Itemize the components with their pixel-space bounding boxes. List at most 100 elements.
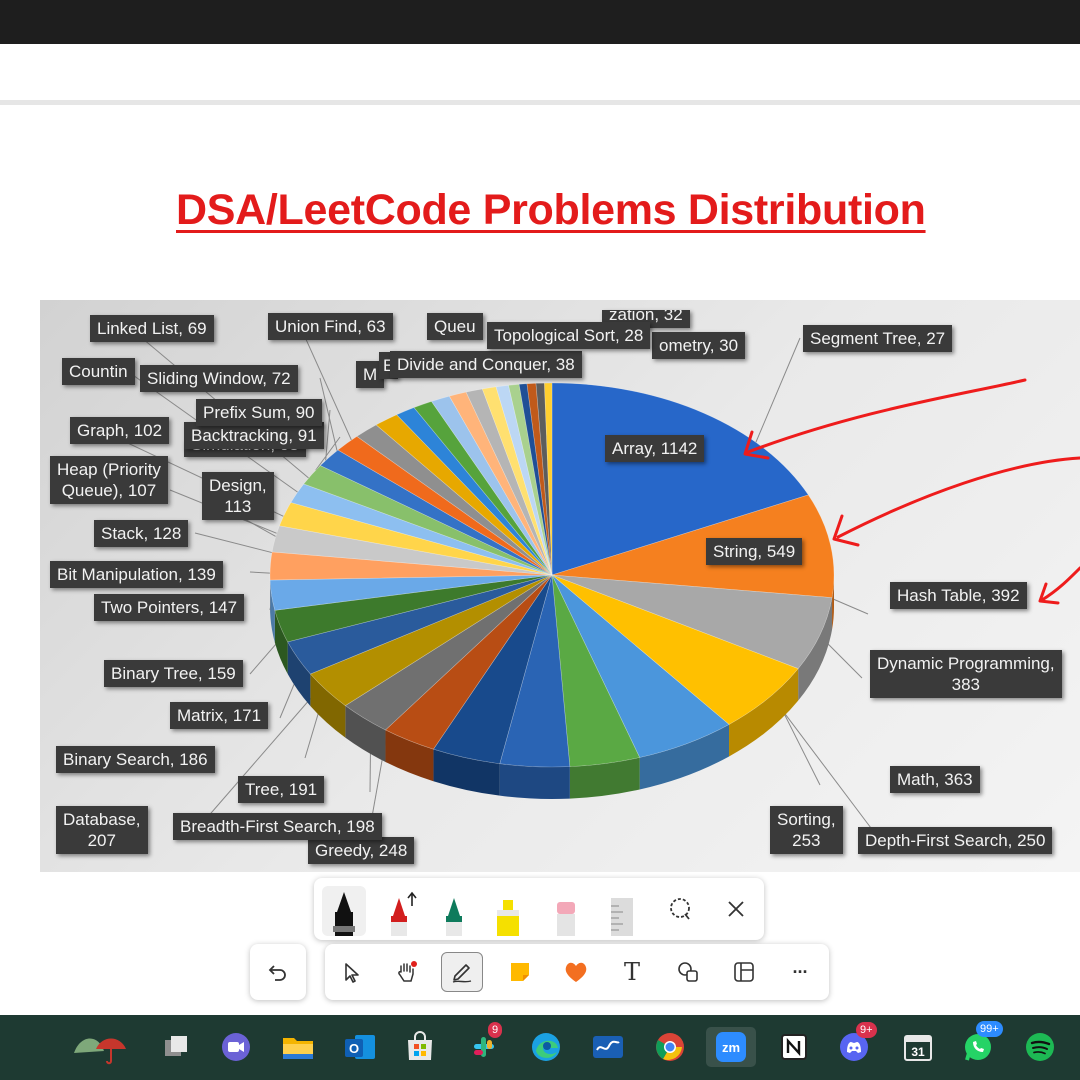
notion-icon — [781, 1034, 807, 1060]
label-topological-sort: Topological Sort, 28 — [487, 322, 651, 349]
taskbar-outlook[interactable]: O — [340, 1027, 380, 1067]
spotify-icon — [1026, 1033, 1054, 1061]
label-two-pointers: Two Pointers, 147 — [94, 594, 245, 621]
taskbar-discord[interactable]: 9+ — [834, 1022, 877, 1067]
label-linked-list: Linked List, 69 — [90, 315, 214, 342]
leader-line-18 — [831, 598, 869, 615]
sticky-note-tool[interactable] — [499, 952, 541, 992]
eraser-tool[interactable] — [544, 886, 588, 936]
select-tool[interactable] — [331, 952, 373, 992]
taskbar-task-view[interactable] — [156, 1027, 196, 1067]
calendar-icon-text: 31 — [911, 1045, 925, 1059]
taskbar-edge[interactable] — [526, 1027, 566, 1067]
black-pen-tool[interactable] — [322, 886, 366, 936]
leader-line-10 — [249, 571, 271, 574]
slack-notification-badge: 9 — [488, 1022, 503, 1038]
label-tree: Tree, 191 — [238, 776, 325, 803]
label-sorting-line2: 253 — [792, 831, 821, 850]
zoom-icon-text: zm — [722, 1040, 740, 1055]
highlighter-icon — [497, 900, 519, 936]
green-pen-tool[interactable] — [432, 886, 476, 936]
taskbar-spotify[interactable] — [1020, 1027, 1060, 1067]
cursor-arrow-icon — [345, 963, 359, 983]
label-database: Database, 207 — [56, 806, 148, 854]
label-divide-and-conquer: Divide and Conquer, 38 — [390, 351, 582, 378]
close-pen-toolbar-button[interactable] — [716, 889, 756, 929]
label-string: String, 549 — [706, 538, 803, 565]
taskbar-notion[interactable] — [774, 1027, 814, 1067]
label-depth-first-search: Depth-First Search, 250 — [858, 827, 1053, 854]
label-sliding-window: Sliding Window, 72 — [140, 365, 298, 392]
zoom-icon: zm — [716, 1032, 746, 1062]
shapes-tool[interactable] — [667, 952, 709, 992]
label-union-find: Union Find, 63 — [268, 313, 393, 340]
label-database-line1: Database, — [63, 810, 141, 829]
label-sorting: Sorting, 253 — [770, 806, 843, 854]
taskbar-microsoft-store[interactable] — [400, 1027, 440, 1067]
task-view-icon — [165, 1036, 187, 1056]
close-icon — [728, 901, 744, 917]
more-options-button[interactable]: ··· — [779, 952, 821, 992]
yellow-highlighter-tool[interactable] — [486, 886, 530, 936]
heart-icon — [565, 962, 587, 982]
taskbar-calendar[interactable]: 31 — [898, 1027, 938, 1067]
label-breadth-first-search: Breadth-First Search, 198 — [173, 813, 382, 840]
label-design-line1: Design, — [209, 476, 267, 495]
shapes-icon — [678, 962, 698, 982]
svg-text:O: O — [349, 1041, 359, 1056]
pan-hand-tool[interactable] — [385, 952, 427, 992]
slide-title: DSA/LeetCode Problems Distribution — [176, 186, 926, 234]
edge-icon — [532, 1033, 560, 1061]
taskbar-chrome[interactable] — [650, 1027, 690, 1067]
taskbar-teams[interactable] — [216, 1027, 256, 1067]
text-tool[interactable]: T — [611, 952, 653, 992]
label-dp-line1: Dynamic Programming, — [877, 654, 1055, 673]
folder-icon — [283, 1038, 313, 1059]
leader-line-22 — [755, 337, 801, 443]
whiteboard-icon — [593, 1036, 623, 1058]
pen-tool[interactable] — [441, 952, 483, 992]
pie-top — [269, 382, 835, 768]
label-dp-line2: 383 — [951, 675, 980, 694]
template-icon — [734, 962, 754, 982]
label-queue: Queu — [427, 313, 483, 340]
label-prefix-sum: Prefix Sum, 90 — [196, 399, 322, 426]
ruler-icon — [611, 898, 633, 936]
weather-umbrella-icon — [74, 1038, 126, 1065]
taskbar-file-explorer[interactable] — [278, 1027, 318, 1067]
label-backtracking: Backtracking, 91 — [184, 422, 324, 449]
red-pen-icon — [391, 891, 417, 936]
outlook-icon: O — [345, 1035, 375, 1059]
label-stack: Stack, 128 — [94, 520, 189, 547]
taskbar-whiteboard[interactable] — [588, 1027, 628, 1067]
green-pen-icon — [446, 898, 462, 936]
calendar-icon: 31 — [904, 1035, 932, 1061]
pie-side-6 — [499, 763, 570, 799]
discord-notification-badge: 9+ — [856, 1022, 877, 1038]
label-design: Design, 113 — [202, 472, 274, 520]
taskbar-whatsapp[interactable]: 99+ — [958, 1021, 1003, 1067]
label-design-line2: 113 — [224, 497, 252, 516]
label-binary-tree: Binary Tree, 159 — [104, 660, 243, 687]
reaction-tool[interactable] — [555, 952, 597, 992]
label-graph: Graph, 102 — [70, 417, 170, 444]
label-segment-tree: Segment Tree, 27 — [803, 325, 953, 352]
label-binary-search: Binary Search, 186 — [56, 746, 215, 773]
lasso-select-tool[interactable] — [660, 889, 700, 929]
pen-icon — [452, 964, 472, 983]
window-top-bar — [0, 0, 1080, 44]
label-heap: Heap (Priority Queue), 107 — [50, 456, 168, 504]
template-tool[interactable] — [723, 952, 765, 992]
pie-chart-image[interactable]: Array, 1142 String, 549 Hash Table, 392 … — [40, 300, 1080, 872]
eraser-icon — [557, 902, 575, 936]
ruler-tool[interactable] — [600, 886, 644, 936]
hand-icon — [398, 961, 417, 982]
label-matrix: Matrix, 171 — [170, 702, 269, 729]
undo-button[interactable] — [250, 944, 306, 1000]
label-heap-line1: Heap (Priority — [57, 460, 161, 479]
leader-line-9 — [194, 532, 273, 554]
taskbar-weather[interactable] — [66, 1027, 136, 1067]
red-pen-tool[interactable] — [380, 886, 424, 936]
taskbar-slack[interactable]: 9 — [464, 1022, 504, 1067]
taskbar-zoom[interactable]: zm — [706, 1027, 756, 1067]
